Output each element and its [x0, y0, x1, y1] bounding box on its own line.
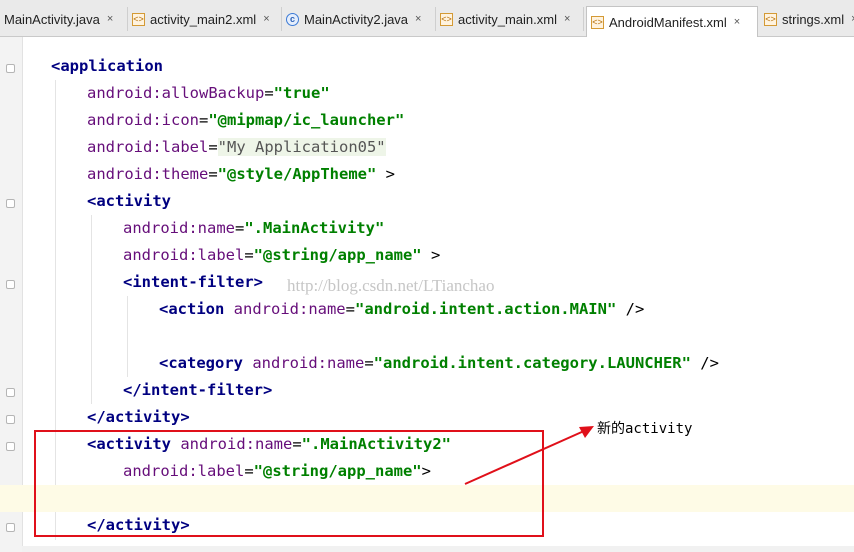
annotation-label: 新的activity — [597, 421, 693, 437]
annotation-arrow — [464, 426, 594, 485]
horizontal-scrollbar[interactable] — [22, 546, 854, 552]
